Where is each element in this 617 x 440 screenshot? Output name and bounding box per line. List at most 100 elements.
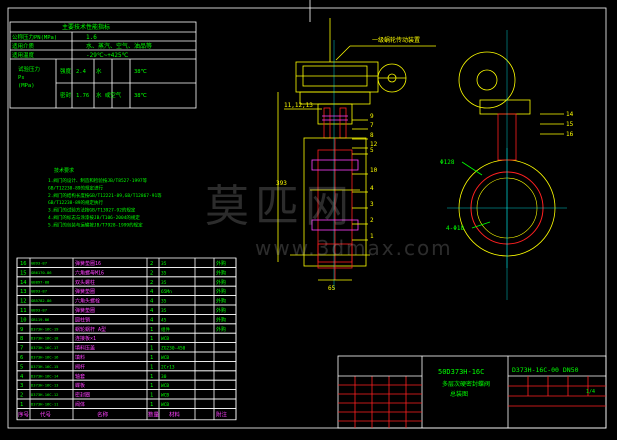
- callout-label: 8: [370, 132, 374, 139]
- parts-name: 弹簧垫圈: [75, 288, 95, 295]
- test-medium: 水: [96, 67, 102, 75]
- end-view-hub: [476, 69, 498, 91]
- parts-no: 15: [20, 270, 27, 276]
- title-sheet: 1/4: [586, 389, 595, 395]
- parts-material: 45: [161, 317, 167, 323]
- parts-header-qty: 数量: [148, 410, 160, 418]
- parts-name: 填料: [75, 354, 85, 361]
- test-kind: 密封: [60, 91, 72, 99]
- spec-row-label: 适用介质: [12, 42, 35, 50]
- cad-drawing-canvas: 主要技术性能指标 公称压力PN(MPa) 1.6 适用介质 水、蒸汽、空气、油品等 适用温…: [0, 0, 617, 440]
- parts-name: 轴套: [75, 373, 85, 380]
- parts-material: 65Mn: [161, 289, 172, 295]
- callout-label: 1: [370, 233, 374, 240]
- notes-title: 技术要求: [54, 167, 74, 174]
- parts-material: 35: [161, 308, 167, 314]
- parts-no: 1: [20, 402, 23, 408]
- gearbox: [295, 61, 379, 93]
- packing-right: [339, 107, 347, 139]
- notes-line: GB/T12238-89的规定执行: [48, 199, 104, 206]
- parts-qty: 4: [150, 299, 154, 305]
- parts-name: 双头螺柱: [75, 279, 95, 286]
- parts-code: GB93-87: [31, 261, 47, 266]
- spec-table-title: 主要技术性能指标: [62, 23, 110, 31]
- parts-qty: 2: [150, 270, 153, 276]
- parts-name: 六角头螺栓: [75, 298, 100, 305]
- parts-row-frame: [16, 276, 237, 287]
- parts-qty: 2: [150, 261, 153, 267]
- test-pressure-label: 试验压力: [18, 65, 40, 73]
- dim-bolts: 4-Φ18: [446, 225, 464, 232]
- parts-no: 11: [20, 308, 27, 314]
- test-temp: 38℃: [134, 93, 148, 99]
- parts-name: 弹簧垫圈16: [75, 260, 101, 267]
- parts-note: 外购: [216, 279, 226, 286]
- parts-header-code: 代号: [40, 410, 52, 418]
- parts-qty: 4: [150, 289, 154, 295]
- test-value: 1.76: [76, 93, 89, 99]
- notes-line: 4.阀门的标志与涂漆按JB/T106-2004的规定: [48, 214, 140, 221]
- callout-label-right: 16: [566, 131, 574, 138]
- assembly-drawing-svg: 主要技术性能指标公称压力PN(MPa) 1.6 适用介质 水、蒸汽、空气、油品等适用温…: [7, 0, 607, 429]
- operator-label: 一级蜗轮传动装置: [372, 36, 420, 44]
- parts-material: WCB: [161, 383, 169, 389]
- parts-qty: 1: [150, 364, 153, 370]
- parts-code: D373H-16C-12: [31, 392, 58, 397]
- parts-note: 外购: [216, 326, 226, 333]
- parts-no: 9: [20, 327, 23, 333]
- callout-label: 9: [370, 113, 374, 120]
- parts-note: 外购: [216, 298, 226, 305]
- callout-label-right: 15: [566, 121, 574, 128]
- bonnet: [317, 103, 353, 125]
- leader-line: [335, 45, 351, 61]
- title-model: 50D373H-16C: [438, 368, 484, 376]
- parts-note: 外购: [216, 260, 226, 267]
- callout-label: 10: [370, 167, 378, 174]
- parts-name: 阀体: [75, 401, 85, 408]
- parts-no: 4: [20, 374, 24, 380]
- callout-label-right: 14: [566, 111, 574, 118]
- parts-material: 组件: [161, 326, 170, 333]
- parts-name: 蝶板: [75, 382, 85, 389]
- parts-qty: 1: [150, 327, 153, 333]
- parts-qty: 1: [150, 402, 153, 408]
- packing-left: [323, 107, 331, 139]
- parts-code: D373H-16C-14: [31, 373, 59, 378]
- parts-material: 35: [161, 299, 167, 305]
- parts-code: GB93-87: [31, 289, 47, 294]
- callout-label: 2: [370, 217, 374, 224]
- parts-qty: 1: [150, 383, 153, 389]
- parts-code: GB5782-86: [31, 298, 52, 303]
- parts-code: D373H-16C-11: [31, 402, 59, 407]
- spec-row-value: 1.6: [86, 34, 97, 41]
- callout-label: 4: [370, 185, 374, 192]
- parts-material: 35: [161, 270, 167, 276]
- leader-line: [461, 161, 483, 176]
- parts-header-name: 名称: [97, 410, 109, 418]
- parts-code: D373H-16C-18: [31, 336, 59, 341]
- parts-name: 阀杆: [75, 363, 85, 370]
- parts-no: 5: [20, 364, 23, 370]
- parts-no: 7: [20, 346, 23, 352]
- parts-row-frame: [16, 313, 237, 325]
- parts-no: 8: [20, 336, 23, 342]
- parts-qty: 4: [150, 308, 154, 314]
- parts-qty: 1: [150, 374, 153, 380]
- notes-line: 1.阀门的设计、制造和检验按JB/T8527-1997等: [48, 177, 148, 184]
- spec-row-value: -29℃~+425℃: [86, 52, 129, 59]
- callout-label: 7: [370, 122, 374, 129]
- notes-line: 5.阀门的包装与运输按JB/T7928-1999的规定: [48, 221, 143, 228]
- parts-material: 2Cr13: [161, 364, 175, 370]
- callout-label: 11,12,13: [284, 102, 313, 109]
- dim-height: 393: [276, 180, 287, 187]
- parts-material: 30: [161, 374, 167, 380]
- parts-material: WCB: [161, 402, 169, 408]
- callout-label: 3: [370, 201, 374, 208]
- parts-row-frame: [16, 285, 237, 297]
- parts-name: 弹簧垫圈: [75, 307, 95, 314]
- parts-header-note: 附注: [216, 410, 228, 418]
- parts-header-material: 材料: [169, 410, 181, 418]
- parts-code: GB897-88: [31, 279, 50, 284]
- parts-name: 连接板×1: [75, 335, 96, 342]
- parts-no: 6: [20, 355, 23, 361]
